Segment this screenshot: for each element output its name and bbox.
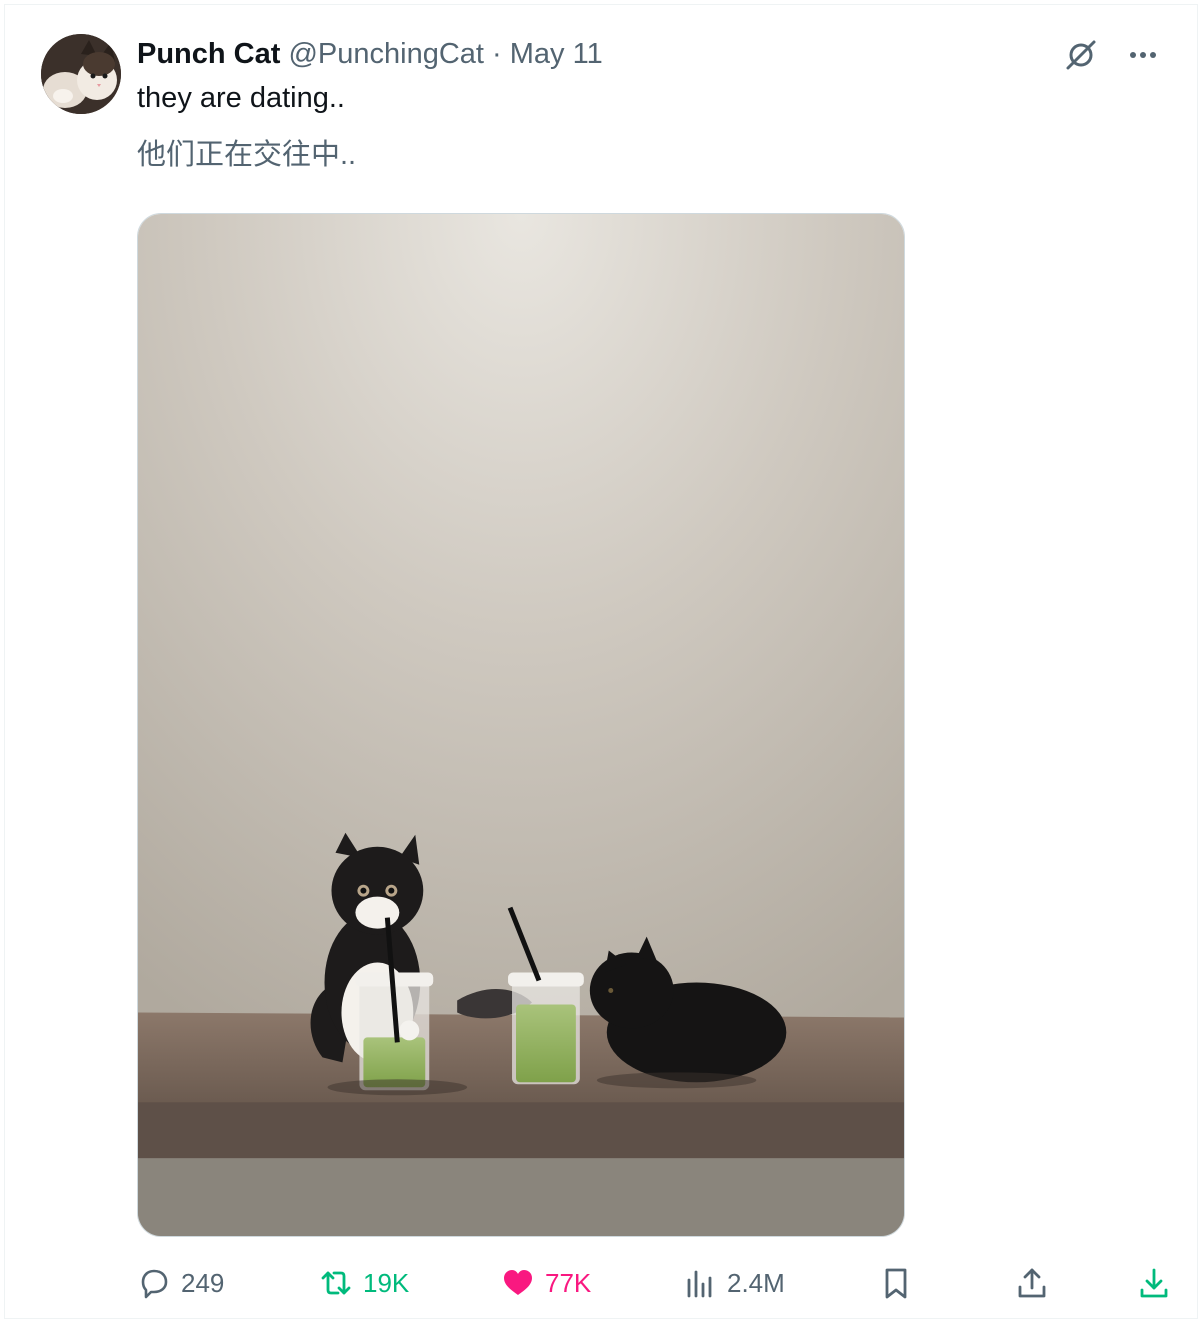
share-button[interactable] xyxy=(1015,1261,1049,1305)
retweet-button[interactable]: 19K xyxy=(319,1261,409,1305)
tweet-translation: 他们正在交往中.. xyxy=(137,139,357,171)
reply-icon xyxy=(141,1269,168,1299)
post-date[interactable]: May 11 xyxy=(510,38,603,70)
more-icon[interactable] xyxy=(1123,35,1163,75)
bookmark-button[interactable] xyxy=(879,1261,913,1305)
reply-count: 249 xyxy=(181,1267,225,1298)
tweet-top-actions xyxy=(1061,35,1163,75)
tweet-header: Punch Cat @PunchingCat · May 11 xyxy=(137,35,603,73)
bookmark-icon xyxy=(885,1268,907,1299)
retweet-icon xyxy=(321,1271,351,1295)
share-icon xyxy=(1018,1268,1046,1298)
views-icon xyxy=(687,1270,712,1298)
retweet-count: 19K xyxy=(363,1267,410,1298)
action-bar: 249 19K 77K 2.4M xyxy=(137,1261,1177,1305)
tweet-text: they are dating.. xyxy=(137,82,345,114)
like-count: 77K xyxy=(545,1267,592,1298)
separator-dot: · xyxy=(492,38,502,70)
author-name[interactable]: Punch Cat xyxy=(137,38,280,70)
download-button[interactable] xyxy=(1137,1261,1171,1305)
like-button[interactable]: 77K xyxy=(501,1261,591,1305)
tweet-card[interactable]: Punch Cat @PunchingCat · May 11 they are… xyxy=(4,4,1198,1319)
reply-button[interactable]: 249 xyxy=(137,1261,224,1305)
grok-icon[interactable] xyxy=(1061,35,1101,75)
views-button[interactable]: 2.4M xyxy=(683,1261,785,1305)
avatar[interactable] xyxy=(41,34,121,114)
author-handle[interactable]: @PunchingCat xyxy=(288,38,484,70)
download-icon xyxy=(1140,1268,1168,1298)
tweet-photo[interactable] xyxy=(137,213,905,1237)
like-icon xyxy=(504,1270,532,1295)
view-count: 2.4M xyxy=(727,1267,785,1298)
